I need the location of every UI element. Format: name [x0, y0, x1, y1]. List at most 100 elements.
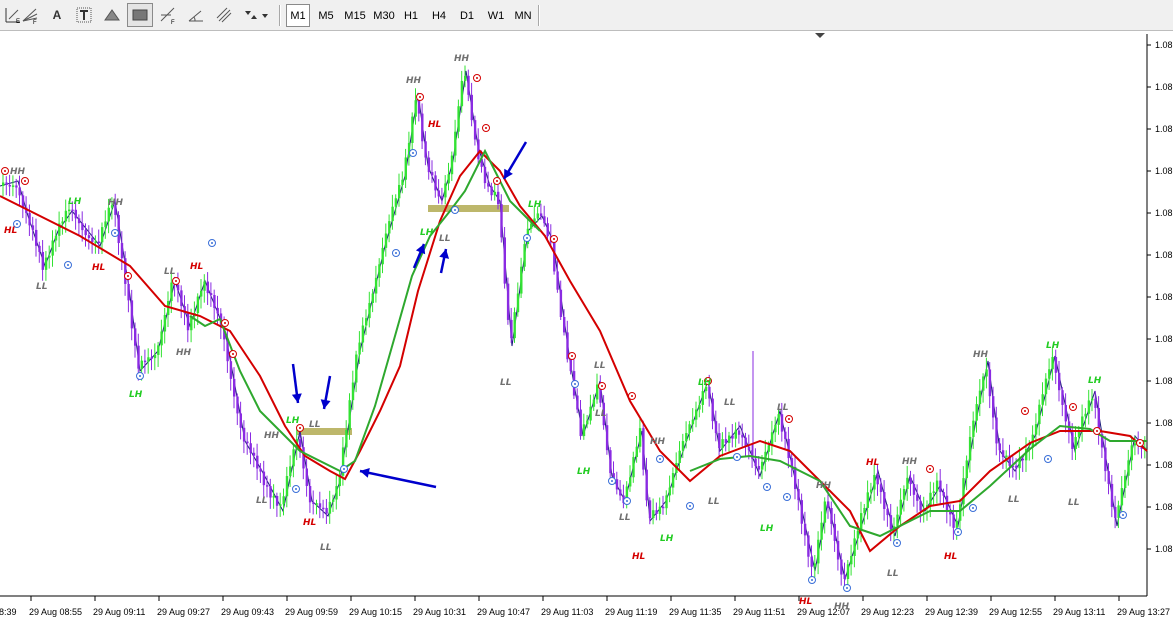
swing-low-marker [763, 483, 771, 491]
timeframe-h1-button[interactable]: H1 [399, 4, 423, 27]
swing-high-marker [1069, 403, 1077, 411]
price-tick-label: 1.08 [1155, 40, 1173, 50]
swing-low-marker [111, 229, 119, 237]
swing-low-marker [64, 261, 72, 269]
swing-label-lh: LH [68, 197, 82, 207]
swing-label-hl: HL [4, 226, 18, 236]
price-chart[interactable]: 1.08 1.08 1.08 1.08 1.08 1.08 1.08 1.08 1.08 1.08… [0, 31, 1173, 625]
price-tick-label: 1.08 [1155, 376, 1173, 386]
swing-label-ll: LL [724, 398, 736, 408]
swing-high-marker [785, 415, 793, 423]
triangle-icon[interactable] [99, 3, 125, 27]
swing-label-ll: LL [594, 361, 606, 371]
swing-high-marker [482, 124, 490, 132]
timeframe-m1-button[interactable]: M1 [286, 4, 310, 27]
swing-high-marker [172, 277, 180, 285]
time-tick-label: 08:39 [0, 607, 17, 617]
time-tick-label: 29 Aug 12:23 [861, 607, 914, 617]
swing-low-marker [733, 453, 741, 461]
swing-label-ll: LL [309, 420, 321, 430]
swing-label-lh: LH [698, 378, 712, 388]
swing-label-hh: HH [108, 198, 124, 208]
price-tick-label: 1.08 [1155, 544, 1173, 554]
rectangle-icon[interactable] [127, 3, 153, 27]
time-tick-label: 29 Aug 11:51 [733, 607, 785, 617]
timeframe-mn-button[interactable]: MN [511, 4, 535, 27]
swing-label-hl: HL [190, 262, 204, 272]
swing-high-marker [221, 319, 229, 327]
time-tick-label: 29 Aug 11:19 [605, 607, 657, 617]
price-tick-label: 1.08 [1155, 418, 1173, 428]
candle [642, 420, 645, 476]
swing-label-ll: LL [619, 513, 631, 523]
swing-label-lh: LH [286, 416, 300, 426]
timeframe-m30-button[interactable]: M30 [370, 4, 398, 27]
timeframe-m5-button[interactable]: M5 [313, 4, 339, 27]
swing-label-hl: HL [799, 597, 813, 607]
support-zone [297, 428, 352, 435]
swing-label-ll: LL [164, 267, 176, 277]
candle [506, 277, 510, 325]
toolbar-separator [539, 5, 540, 26]
timeframe-d1-button[interactable]: D1 [454, 4, 480, 27]
swing-label-hh: HH [973, 350, 989, 360]
timeframe-h4-button[interactable]: H4 [427, 4, 451, 27]
time-tick-label: 29 Aug 11:35 [669, 607, 721, 617]
swing-high-marker [1093, 427, 1101, 435]
swing-high-marker [550, 235, 558, 243]
swing-high-marker [1, 167, 9, 175]
chart-background [0, 31, 1173, 625]
swing-label-lh: LH [660, 534, 674, 544]
swing-label-hh: HH [454, 54, 470, 64]
swing-label-ll: LL [320, 543, 332, 553]
timeframe-w1-button[interactable]: W1 [483, 4, 509, 27]
swing-low-marker [969, 504, 977, 512]
swing-low-marker [954, 528, 962, 536]
timeframe-m15-button[interactable]: M15 [341, 4, 369, 27]
svg-text:F: F [171, 20, 175, 25]
swing-high-marker [568, 352, 576, 360]
swing-label-hh: HH [176, 348, 192, 358]
swing-high-marker [229, 350, 237, 358]
text-icon[interactable]: A [44, 3, 70, 27]
time-tick-label: 29 Aug 09:59 [285, 607, 338, 617]
swing-label-ll: LL [1068, 498, 1080, 508]
time-tick-label: 29 Aug 10:47 [477, 607, 530, 617]
swing-low-marker [1119, 511, 1127, 519]
swing-low-marker [843, 584, 851, 592]
swing-high-marker [1136, 439, 1144, 447]
price-tick-label: 1.08 [1155, 460, 1173, 470]
swing-high-marker [493, 177, 501, 185]
fibo-retracement-icon[interactable]: F [155, 3, 181, 27]
swing-label-hl: HL [866, 458, 880, 468]
arrow-tools-dropdown-icon[interactable] [240, 3, 272, 27]
channel-icon[interactable] [211, 3, 237, 27]
price-tick-label: 1.08 [1155, 124, 1173, 134]
fibo-fan-icon[interactable]: F [17, 3, 43, 27]
time-tick-label: 29 Aug 13:11 [1053, 607, 1105, 617]
swing-label-hh: HH [264, 431, 280, 441]
swing-low-marker [292, 485, 300, 493]
swing-high-marker [473, 74, 481, 82]
price-tick-label: 1.08 [1155, 82, 1173, 92]
swing-low-marker [893, 539, 901, 547]
time-tick-label: 29 Aug 11:03 [541, 607, 593, 617]
swing-low-marker [686, 502, 694, 510]
price-tick-label: 1.08 [1155, 208, 1173, 218]
text-label-icon[interactable] [71, 3, 97, 27]
swing-low-marker [451, 206, 459, 214]
swing-label-hl: HL [632, 552, 646, 562]
swing-label-hl: HL [428, 120, 442, 130]
swing-low-marker [808, 576, 816, 584]
swing-label-ll: LL [1008, 495, 1020, 505]
swing-label-hl: HL [944, 552, 958, 562]
price-tick-label: 1.08 [1155, 166, 1173, 176]
swing-label-hh: HH [816, 481, 832, 491]
swing-label-ll: LL [500, 378, 512, 388]
angle-trendline-icon[interactable] [183, 3, 209, 27]
swing-label-ll: LL [887, 569, 899, 579]
swing-label-ll: LL [256, 496, 268, 506]
swing-high-marker [21, 177, 29, 185]
swing-label-lh: LH [577, 467, 591, 477]
swing-label-hh: HH [10, 167, 26, 177]
